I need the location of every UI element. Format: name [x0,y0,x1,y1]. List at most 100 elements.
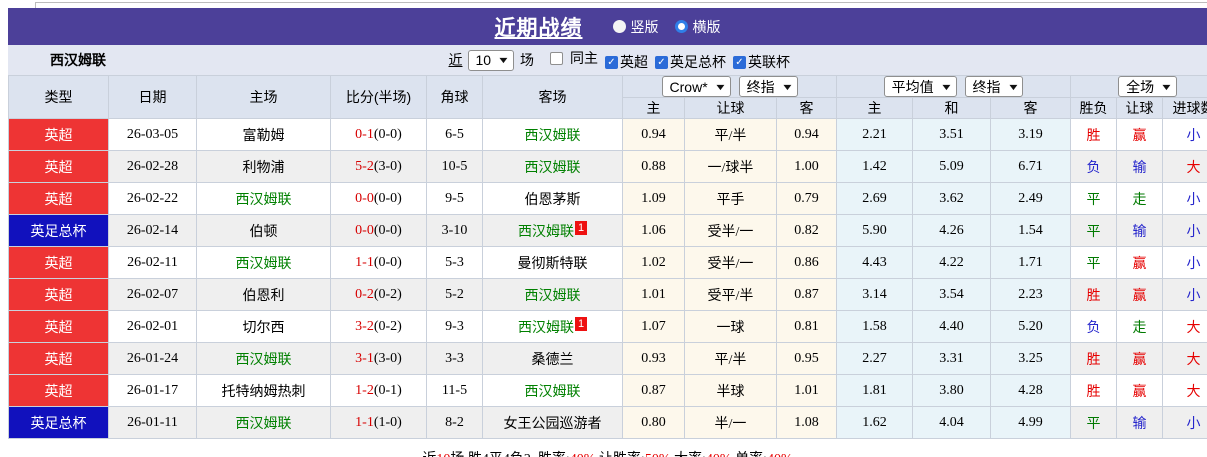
home-team-cell: 西汉姆联 [196,406,331,439]
checkbox-premier-league[interactable]: ✓ 英超 [605,52,648,72]
ah-home-odds-cell: 0.80 [622,406,685,439]
away-team-name: 女王公园巡游者 [503,416,602,432]
corners-cell: 3-3 [426,342,483,375]
recent-count-value: 10 [475,52,492,68]
summary-segment: 大率: [671,452,706,457]
odds-stage-select-value: 终指 [972,78,1001,95]
table-row: 英超 26-02-11 西汉姆联 1-1(0-0) 5-3 曼彻斯特联 1.02 受半/一 0.… [8,246,1207,279]
odds-draw-cell: 4.04 [912,406,992,439]
home-team-cell: 伯顿 [196,214,331,247]
table-row: 英足总杯 26-02-14 伯顿 0-0(0-0) 3-10 西汉姆联 1 1.06 受半/一 0… [8,214,1207,247]
radio-horizontal-layout[interactable]: 横版 [674,17,721,37]
checkbox-label: 英足总杯 [670,54,726,70]
away-team-name: 西汉姆联 [518,320,574,336]
date-cell: 26-02-22 [108,182,197,215]
fulltime-score: 3-1 [355,350,374,366]
ah-away-odds-cell: 0.95 [775,342,838,375]
halftime-score: (0-0) [373,126,402,142]
checkbox-icon: ✓ [605,55,618,69]
type-cell: 英足总杯 [8,406,109,439]
column-subheader: 让球 [684,97,777,119]
odds-stage-select[interactable]: 终指 ▼ [964,76,1024,97]
checkbox-fa-cup[interactable]: ✓ 英足总杯 [655,52,726,72]
score-cell: 0-0(0-0) [330,182,427,215]
column-subheader: 胜负 [1070,97,1118,119]
ah-line-cell: 半/一 [684,406,777,439]
odds-home-cell: 3.14 [836,278,914,311]
score-cell: 1-1(1-0) [330,406,427,439]
bookmaker-select[interactable]: Crow* ▼ [661,76,731,97]
chevron-down-icon: ▼ [939,81,953,92]
fulltime-score: 0-0 [355,222,374,238]
ah-away-odds-cell: 1.00 [775,150,838,183]
ah-result-cell: 赢 [1116,278,1164,311]
ah-away-odds-cell: 0.79 [775,182,838,215]
odds-home-cell: 4.43 [836,246,914,279]
radio-label: 竖版 [630,18,659,35]
odds-draw-cell: 3.54 [912,278,992,311]
date-cell: 26-02-07 [108,278,197,311]
date-cell: 26-01-11 [108,406,197,439]
ah-line-cell: 平/半 [684,118,777,151]
column-header: 日期 [108,75,197,119]
score-cell: 0-2(0-2) [330,278,427,311]
red-card-badge: 1 [575,316,587,331]
ah-result-cell: 走 [1116,310,1164,343]
handicap-stage-select[interactable]: 终指 ▼ [738,76,798,97]
layout-radio-group: 竖版 横版 [597,17,721,37]
summary-segment: 场,胜4平4负2, 胜率: [450,452,569,457]
table-row: 英足总杯 26-01-11 西汉姆联 1-1(1-0) 8-2 女王公园巡游者 0.80 半/… [8,406,1207,439]
scope-select[interactable]: 全场 ▼ [1118,76,1177,97]
fulltime-score: 1-1 [355,414,374,430]
fulltime-score: 1-1 [355,254,374,270]
odds-home-cell: 1.42 [836,150,914,183]
odds-home-cell: 2.69 [836,182,914,215]
ah-home-odds-cell: 0.87 [622,374,685,407]
fulltime-score: 1-2 [355,382,374,398]
ah-home-odds-cell: 1.06 [622,214,685,247]
column-header: 主场 [196,75,331,119]
checkbox-same-home[interactable]: 同主 [550,48,598,68]
column-header: 比分(半场) [330,75,427,119]
odds-source-select[interactable]: 平均值 ▼ [883,76,957,97]
odds-away-cell: 2.49 [990,182,1072,215]
score-cell: 1-2(0-1) [330,374,427,407]
away-team-cell: 西汉姆联 [482,150,623,183]
checkbox-icon [550,51,563,65]
column-subheader: 进球数 [1162,97,1207,119]
ah-home-odds-cell: 0.88 [622,150,685,183]
home-team-cell: 切尔西 [196,310,331,343]
recent-prefix-link[interactable]: 近 [449,50,463,70]
summary-segment: 10 [436,452,450,457]
ah-home-odds-cell: 1.01 [622,278,685,311]
odds-source-select-value: 平均值 [891,78,934,95]
ah-home-odds-cell: 1.07 [622,310,685,343]
ah-away-odds-cell: 1.01 [775,374,838,407]
recent-count-select[interactable]: 10 ▼ [467,49,514,71]
ah-line-cell: 受平/半 [684,278,777,311]
score-cell: 0-0(0-0) [330,214,427,247]
handicap-stage-select-value: 终指 [746,78,775,95]
summary-segment: 50% [645,452,671,457]
fulltime-score: 0-2 [355,286,374,302]
ah-line-cell: 一/球半 [684,150,777,183]
odds-away-cell: 1.71 [990,246,1072,279]
radio-vertical-layout[interactable]: 竖版 [612,17,659,37]
halftime-score: (0-2) [373,318,402,334]
odds-home-cell: 1.81 [836,374,914,407]
type-cell: 英超 [8,150,109,183]
halftime-score: (3-0) [373,158,402,174]
score-cell: 3-1(3-0) [330,342,427,375]
type-cell: 英足总杯 [8,214,109,247]
checkbox-label: 同主 [570,50,598,66]
away-team-name: 西汉姆联 [524,288,581,304]
date-cell: 26-02-01 [108,310,197,343]
goals-cell: 小 [1162,118,1207,151]
type-cell: 英超 [8,182,109,215]
column-subheader: 主 [622,97,685,119]
away-team-name: 曼彻斯特联 [517,256,588,272]
checkbox-league-cup[interactable]: ✓ 英联杯 [733,52,790,72]
corners-cell: 5-3 [426,246,483,279]
ah-result-cell: 走 [1116,182,1164,215]
odds-away-cell: 3.25 [990,342,1072,375]
